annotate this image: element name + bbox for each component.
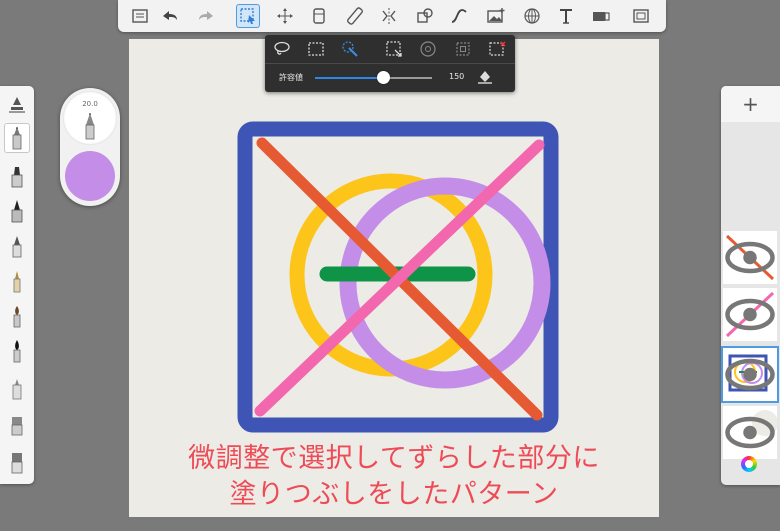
visibility-eye-icon[interactable] [723,406,777,459]
lasso-icon[interactable] [271,38,293,60]
paintbrush-icon[interactable] [5,302,29,330]
crop-select-icon[interactable] [383,38,405,60]
circle-select-icon[interactable] [417,38,439,60]
list-icon[interactable] [128,4,152,28]
marker-brush-icon[interactable] [5,162,29,190]
curve-icon[interactable] [447,4,471,28]
layers-panel: + [721,86,780,485]
brush-size-value: 20.0 [82,100,98,108]
selection-toolbar-divider [265,63,515,64]
layer-shapes[interactable] [723,348,777,401]
fill-icon[interactable] [5,448,29,476]
transform-icon[interactable] [273,4,297,28]
caption-line-1: 微調整で選択してずらした部分に [188,443,600,474]
caption-line-2: 塗りつぶしをしたパターン [229,479,559,510]
layer-pink-line[interactable] [723,288,777,341]
selection-toolbar: 許容値 150 [265,35,515,92]
airbrush-icon[interactable] [5,374,29,402]
fullscreen-icon[interactable] [629,4,653,28]
fineliner-icon[interactable] [5,267,29,295]
color-wheel-icon[interactable] [741,456,757,472]
ink-brush-icon[interactable] [5,337,29,365]
tolerance-value: 150 [449,72,465,81]
perspective-icon[interactable] [520,4,544,28]
selection-icon[interactable] [236,4,260,28]
smudge-icon[interactable] [5,410,29,438]
pen-brush-icon[interactable] [5,197,29,225]
undo-icon[interactable] [158,4,182,28]
visibility-eye-icon[interactable] [723,231,777,284]
main-toolbar [118,0,666,32]
brush-size-puck[interactable]: 20.0 [63,91,117,145]
symmetry-icon[interactable] [377,4,401,28]
pencil-brush-icon[interactable] [5,124,29,152]
tolerance-slider[interactable] [315,71,432,84]
tolerance-label: 許容値 [279,73,303,82]
layer-red-line[interactable] [723,231,777,284]
pencil-preview-icon [85,113,95,140]
visibility-eye-icon[interactable] [723,348,777,401]
image-icon[interactable] [484,4,508,28]
redo-icon[interactable] [194,4,218,28]
brush-puck[interactable]: 20.0 [60,88,120,206]
visibility-eye-icon[interactable] [723,288,777,341]
video-icon[interactable] [589,4,613,28]
brush-panel [0,86,34,484]
magic-wand-icon[interactable] [339,38,361,60]
layers-icon[interactable] [307,4,331,28]
brush-icon[interactable] [5,232,29,260]
fill-bucket-icon[interactable] [477,69,493,85]
text-icon[interactable] [554,4,578,28]
eraser-brush-icon[interactable] [5,92,29,120]
ruler-icon[interactable] [343,4,367,28]
add-layer-button[interactable]: + [721,86,780,122]
shapes-icon[interactable] [413,4,437,28]
rect-select-icon[interactable] [305,38,327,60]
clear-select-icon[interactable] [486,38,508,60]
current-color-swatch[interactable] [65,151,115,201]
layer-background[interactable] [723,406,777,459]
tolerance-slider-knob[interactable] [376,71,390,84]
tolerance-slider-fill [315,77,383,79]
square-select-icon[interactable] [452,38,474,60]
